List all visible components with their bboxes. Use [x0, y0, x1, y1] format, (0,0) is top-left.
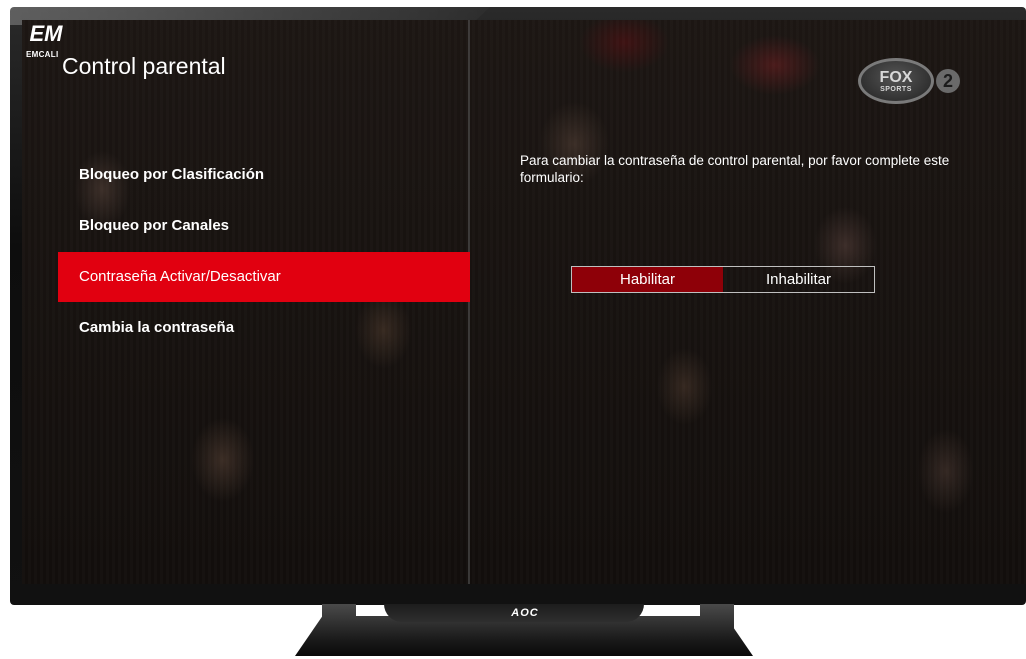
emcali-logo: EM EMCALI: [26, 22, 66, 70]
logo-text: EMCALI: [26, 50, 59, 59]
menu-item-bloqueo-canales[interactable]: Bloqueo por Canales: [58, 201, 470, 251]
inhabilitar-option[interactable]: Inhabilitar: [723, 267, 874, 292]
menu-item-bloqueo-clasificacion[interactable]: Bloqueo por Clasificación: [58, 150, 470, 200]
logo-mark: EM: [29, 21, 63, 46]
channel-subtitle: SPORTS: [880, 85, 912, 93]
enable-toggle: Habilitar Inhabilitar: [571, 266, 875, 293]
form-instructions: Para cambiar la contraseña de control pa…: [520, 153, 950, 185]
page-title: Control parental: [62, 53, 226, 79]
menu-item-contrasena-activar[interactable]: Contraseña Activar/Desactivar: [58, 252, 470, 302]
tv-brand-logo: AOC: [511, 607, 539, 619]
channel-number: 2: [936, 69, 960, 93]
menu-item-cambia-contrasena[interactable]: Cambia la contraseña: [58, 303, 470, 353]
habilitar-option[interactable]: Habilitar: [572, 267, 723, 292]
channel-name: FOX: [879, 68, 913, 86]
fox-sports-oval: FOX SPORTS: [858, 58, 934, 104]
channel-logo: FOX SPORTS 2: [858, 58, 960, 104]
settings-menu: Bloqueo por Clasificación Bloqueo por Ca…: [58, 150, 470, 354]
tv-stand-base: [295, 616, 753, 656]
tv-screen: EM EMCALI Control parental Bloqueo por C…: [22, 20, 1026, 584]
